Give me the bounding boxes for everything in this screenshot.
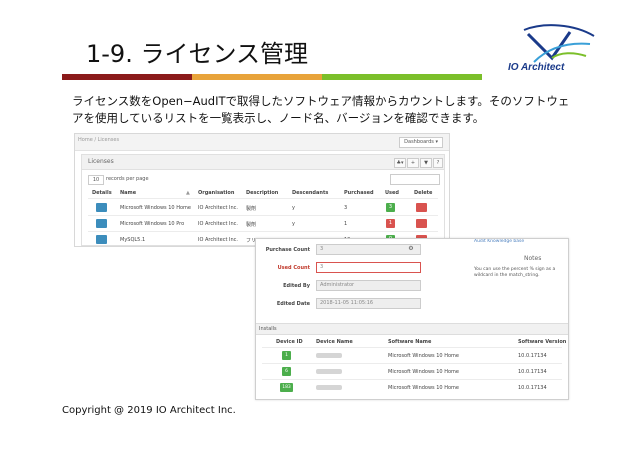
row-organisation: IO Architect Inc. [198, 221, 238, 227]
row-description: 製剤 [246, 206, 257, 212]
row-divider [262, 363, 562, 364]
software-version: 10.0.17134 [518, 353, 547, 359]
row-divider [262, 379, 562, 380]
device-name-redacted [316, 353, 342, 358]
settings-icon[interactable]: ⚙ [406, 244, 416, 253]
columns-button[interactable]: ♣▾ [394, 158, 406, 168]
software-name: Microsoft Windows 10 Home [388, 385, 459, 391]
installs-header: Installs [256, 323, 568, 335]
title-bar-segment-green [322, 74, 482, 80]
edited-by-field: Administrator [316, 280, 421, 291]
dashboards-button[interactable]: Dashboards ▾ [399, 137, 443, 148]
licenses-panel-title: Licenses [88, 158, 114, 165]
col-organisation[interactable]: Organisation [198, 190, 234, 196]
col-description[interactable]: Description [246, 190, 278, 196]
records-per-page-label: records per page [106, 176, 149, 182]
add-button[interactable]: + [407, 158, 419, 168]
device-id-button[interactable]: 6 [282, 367, 291, 376]
row-purchased: 1 [344, 221, 348, 227]
search-input[interactable] [390, 174, 440, 185]
row-name[interactable]: Microsoft Windows 10 Pro [120, 221, 184, 227]
license-detail-screenshot: Audit Knowledge base Purchase Count 3 ⚙ … [255, 238, 569, 400]
row-divider [262, 347, 562, 348]
col-software-version[interactable]: Software Version [518, 339, 566, 345]
licenses-topbar: Home / Licenses Dashboards ▾ [75, 134, 449, 151]
software-version: 10.0.17134 [518, 385, 547, 391]
row-descendants: y [292, 221, 295, 227]
purchase-count-label: Purchase Count [265, 247, 310, 253]
col-descendants[interactable]: Descendants [292, 190, 328, 196]
slide-title: 1-9. ライセンス管理 [86, 40, 308, 68]
col-purchased[interactable]: Purchased [344, 190, 374, 196]
view-details-button[interactable] [96, 235, 107, 244]
view-details-button[interactable] [96, 219, 107, 228]
device-name-redacted [316, 385, 342, 390]
used-count-field[interactable]: 3 [316, 262, 421, 273]
row-descendants: y [292, 205, 295, 211]
notes-text: You can use the percent % sign as a wild… [474, 267, 556, 278]
used-count-badge[interactable]: 1 [386, 219, 395, 228]
row-purchased: 3 [344, 205, 348, 211]
used-count-badge[interactable]: 3 [386, 203, 395, 212]
copyright-text: Copyright @ 2019 IO Architect Inc. [62, 405, 236, 416]
sort-asc-icon[interactable]: ▲ [186, 190, 190, 196]
row-organisation: IO Architect Inc. [198, 205, 238, 211]
logo-text: IO Architect [508, 62, 565, 73]
row-divider [88, 231, 438, 232]
row-name[interactable]: Microsoft Windows 10 Home [120, 205, 191, 211]
row-name[interactable]: MySQL5.1 [120, 237, 145, 243]
licenses-panel: Licenses ♣▾ + ▼ ? 10 records per page De… [81, 154, 445, 246]
col-device-name[interactable]: Device Name [316, 339, 353, 345]
filter-button[interactable]: ▼ [420, 158, 432, 168]
knowledge-base-link[interactable]: Audit Knowledge base [474, 239, 524, 244]
software-version: 10.0.17134 [518, 369, 547, 375]
device-id-button[interactable]: 1 [282, 351, 291, 360]
col-details[interactable]: Details [92, 190, 112, 196]
row-divider [88, 215, 438, 216]
edited-date-label: Edited Date [276, 301, 310, 307]
installs-title: Installs [259, 326, 277, 332]
software-name: Microsoft Windows 10 Home [388, 369, 459, 375]
used-count-label: Used Count [277, 265, 310, 271]
title-bar-segment-orange [192, 74, 322, 80]
edited-date-field: 2018-11-05 11:05:16 [316, 298, 421, 309]
col-used[interactable]: Used [385, 190, 399, 196]
device-name-redacted [316, 369, 342, 374]
row-organisation: IO Architect Inc. [198, 237, 238, 243]
col-name[interactable]: Name [120, 190, 136, 196]
records-per-page-select[interactable]: 10 [88, 175, 104, 185]
description-text: ライセンス数をOpen−AudITで取得したソフトウェア情報からカウントします。… [72, 94, 570, 125]
io-architect-logo [523, 24, 595, 63]
licenses-list-screenshot: Home / Licenses Dashboards ▾ Licenses ♣▾… [74, 133, 450, 247]
help-button[interactable]: ? [433, 158, 443, 168]
col-software-name[interactable]: Software Name [388, 339, 431, 345]
view-details-button[interactable] [96, 203, 107, 212]
col-delete[interactable]: Delete [414, 190, 432, 196]
breadcrumb[interactable]: Home / Licenses [78, 137, 119, 143]
title-bar-segment-red [62, 74, 192, 80]
edited-by-label: Edited By [283, 283, 310, 289]
row-description: 製剤 [246, 222, 257, 228]
device-id-button[interactable]: 183 [280, 383, 293, 392]
delete-button[interactable] [416, 203, 427, 212]
licenses-panel-header: Licenses ♣▾ + ▼ ? [82, 155, 444, 170]
software-name: Microsoft Windows 10 Home [388, 353, 459, 359]
col-device-id[interactable]: Device ID [276, 339, 303, 345]
notes-title: Notes [524, 255, 542, 262]
row-divider [88, 198, 438, 199]
delete-button[interactable] [416, 219, 427, 228]
